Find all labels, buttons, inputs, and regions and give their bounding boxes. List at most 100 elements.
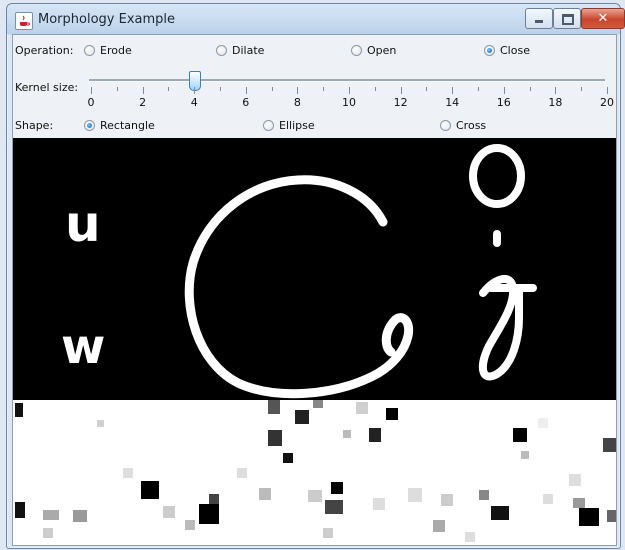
slider-tick [400, 87, 402, 94]
noise-pixel [199, 504, 219, 524]
noise-pixel [73, 510, 87, 522]
noise-pixel [283, 453, 293, 463]
noise-pixel [369, 428, 381, 442]
letter-u: u [65, 195, 101, 253]
noise-pixel [513, 428, 527, 442]
slider-tick [245, 87, 247, 94]
slider-tick [529, 87, 531, 91]
radio-open[interactable]: Open [351, 42, 396, 58]
radio-rectangle-label: Rectangle [100, 118, 155, 132]
slider-tick [607, 87, 608, 94]
slider-tick [374, 87, 376, 91]
app-window: Morphology Example ✕ Operation: Erode Di… [6, 3, 625, 549]
noise-pixel [433, 520, 445, 532]
slider-tick [168, 87, 170, 91]
noise-pixel [325, 500, 343, 514]
slider-tick-label: 4 [190, 96, 198, 109]
noise-pixel [123, 468, 133, 478]
noise-pixel [603, 438, 616, 452]
slider-tick [555, 87, 557, 94]
kernel-size-slider[interactable]: 0 2 4 6 8 10 12 14 16 18 20 [85, 71, 614, 113]
noise-pixel [15, 403, 23, 417]
radio-close[interactable]: Close [484, 42, 530, 58]
slider-tick [194, 87, 196, 94]
maximize-icon [562, 14, 574, 25]
noise-pixel [569, 474, 581, 486]
kernel-size-label: Kernel size: [15, 81, 79, 94]
slider-thumb[interactable] [189, 71, 202, 91]
noise-pixel [373, 498, 385, 510]
shape-label: Shape: [15, 119, 54, 132]
noise-pixel [43, 528, 53, 538]
noise-pixel [268, 430, 282, 446]
noise-pixel [43, 510, 59, 520]
noise-pixel [543, 494, 553, 504]
morphology-image: u w [13, 138, 616, 544]
noise-pixel [323, 528, 333, 538]
java-cup-icon [15, 12, 33, 30]
noise-pixel [295, 410, 309, 424]
radio-dilate[interactable]: Dilate [216, 42, 264, 58]
slider-track[interactable] [89, 79, 605, 82]
radio-close-label: Close [500, 43, 530, 57]
slider-tick [426, 87, 428, 91]
letter-w: w [61, 319, 105, 375]
radio-erode-label: Erode [100, 43, 132, 57]
noise-pixel [465, 532, 475, 542]
noise-pixel [538, 418, 548, 428]
radio-rectangle-indicator [84, 119, 95, 131]
close-icon: ✕ [597, 11, 609, 26]
title-bar[interactable]: Morphology Example ✕ [7, 4, 625, 34]
radio-dilate-indicator [216, 44, 227, 56]
radio-dilate-label: Dilate [232, 43, 265, 57]
noise-pixel [521, 451, 529, 459]
slider-tick-label: 0 [87, 96, 95, 109]
noise-pixel [268, 400, 280, 414]
radio-ellipse-label: Ellipse [279, 118, 315, 132]
controls-panel: Operation: Erode Dilate Open Close Kerne… [13, 35, 616, 138]
client-area: Operation: Erode Dilate Open Close Kerne… [12, 34, 617, 546]
noise-pixel [209, 494, 219, 504]
slider-tick [91, 87, 92, 94]
slider-tick [452, 87, 454, 94]
slider-tick-label: 12 [393, 96, 408, 109]
slider-tick-label: 6 [242, 96, 250, 109]
slider-tick-label: 18 [548, 96, 563, 109]
operation-label: Operation: [15, 44, 74, 57]
close-button[interactable]: ✕ [581, 8, 625, 29]
noise-pixel [185, 520, 195, 530]
window-title: Morphology Example [38, 12, 176, 27]
radio-close-indicator [484, 44, 495, 56]
radio-cross[interactable]: Cross [440, 117, 486, 133]
noise-pixel [479, 490, 489, 500]
radio-erode[interactable]: Erode [84, 42, 132, 58]
slider-tick-label: 16 [496, 96, 511, 109]
radio-ellipse[interactable]: Ellipse [263, 117, 315, 133]
maximize-button[interactable] [553, 8, 581, 29]
noise-pixel [491, 506, 509, 520]
noise-pixel [573, 498, 585, 508]
noise-pixel [141, 481, 159, 499]
slider-tick-label: 14 [445, 96, 460, 109]
slider-tick [478, 87, 479, 91]
slider-tick-label: 10 [342, 96, 356, 109]
radio-cross-indicator [440, 119, 451, 131]
slider-tick [581, 87, 583, 91]
noise-pixel [237, 468, 247, 478]
noise-pixel [386, 408, 398, 420]
slider-tick [349, 87, 350, 94]
noise-pixel [259, 488, 271, 500]
noise-pixel [163, 506, 175, 518]
slider-tick-label: 2 [139, 96, 147, 109]
noise-pixel [607, 510, 616, 522]
radio-ellipse-indicator [263, 119, 274, 131]
radio-erode-indicator [84, 44, 95, 56]
slider-tick-label: 20 [600, 96, 614, 109]
minimize-button[interactable] [525, 8, 553, 29]
slider-tick [220, 87, 221, 91]
noise-pixel [97, 420, 104, 427]
radio-rectangle[interactable]: Rectangle [84, 117, 155, 133]
slider-tick [116, 87, 118, 91]
noise-pixel [313, 400, 323, 408]
radio-open-label: Open [367, 43, 397, 57]
